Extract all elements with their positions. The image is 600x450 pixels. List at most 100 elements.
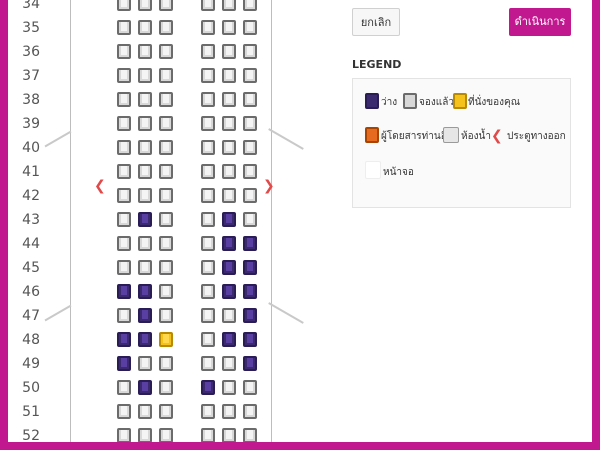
- seat[interactable]: [159, 44, 173, 59]
- seat[interactable]: [159, 116, 173, 131]
- seat[interactable]: [243, 332, 257, 347]
- seat[interactable]: [243, 356, 257, 371]
- seat[interactable]: [159, 20, 173, 35]
- seat[interactable]: [243, 44, 257, 59]
- seat[interactable]: [222, 44, 236, 59]
- seat[interactable]: [117, 332, 131, 347]
- seat[interactable]: [201, 44, 215, 59]
- seat[interactable]: [138, 0, 152, 11]
- seat[interactable]: [138, 188, 152, 203]
- seat[interactable]: [117, 44, 131, 59]
- seat[interactable]: [117, 92, 131, 107]
- seat[interactable]: [201, 260, 215, 275]
- seat[interactable]: [159, 92, 173, 107]
- seat[interactable]: [243, 308, 257, 323]
- seat[interactable]: [201, 140, 215, 155]
- seat[interactable]: [117, 428, 131, 442]
- seat[interactable]: [117, 404, 131, 419]
- seat[interactable]: [243, 212, 257, 227]
- seat[interactable]: [159, 332, 173, 347]
- seat[interactable]: [138, 92, 152, 107]
- seat[interactable]: [117, 212, 131, 227]
- seat[interactable]: [243, 188, 257, 203]
- seat[interactable]: [117, 188, 131, 203]
- seat[interactable]: [138, 164, 152, 179]
- seat[interactable]: [159, 308, 173, 323]
- seat[interactable]: [243, 404, 257, 419]
- seat[interactable]: [201, 188, 215, 203]
- seat[interactable]: [117, 164, 131, 179]
- seat[interactable]: [243, 140, 257, 155]
- seat[interactable]: [138, 20, 152, 35]
- seat[interactable]: [201, 404, 215, 419]
- seat[interactable]: [243, 260, 257, 275]
- seat[interactable]: [138, 140, 152, 155]
- seat[interactable]: [117, 0, 131, 11]
- seat[interactable]: [201, 92, 215, 107]
- seat[interactable]: [222, 404, 236, 419]
- seat[interactable]: [201, 380, 215, 395]
- seat[interactable]: [159, 380, 173, 395]
- seat[interactable]: [222, 380, 236, 395]
- seat[interactable]: [243, 20, 257, 35]
- seat[interactable]: [201, 428, 215, 442]
- seat[interactable]: [222, 260, 236, 275]
- seat[interactable]: [159, 188, 173, 203]
- seat[interactable]: [159, 236, 173, 251]
- seat[interactable]: [117, 356, 131, 371]
- seat[interactable]: [222, 164, 236, 179]
- proceed-button[interactable]: ดำเนินการ: [509, 8, 571, 36]
- seat[interactable]: [117, 260, 131, 275]
- seat[interactable]: [201, 356, 215, 371]
- seat[interactable]: [243, 92, 257, 107]
- seat[interactable]: [117, 140, 131, 155]
- seat[interactable]: [201, 68, 215, 83]
- seat[interactable]: [159, 68, 173, 83]
- seat[interactable]: [243, 284, 257, 299]
- seat[interactable]: [222, 284, 236, 299]
- seat[interactable]: [243, 236, 257, 251]
- seat[interactable]: [222, 20, 236, 35]
- seat[interactable]: [138, 236, 152, 251]
- seat[interactable]: [222, 188, 236, 203]
- cancel-button[interactable]: ยกเลิก: [352, 8, 400, 36]
- seat[interactable]: [117, 116, 131, 131]
- seat[interactable]: [159, 428, 173, 442]
- seat[interactable]: [222, 332, 236, 347]
- seat[interactable]: [117, 380, 131, 395]
- seat[interactable]: [222, 236, 236, 251]
- seat[interactable]: [222, 92, 236, 107]
- seat[interactable]: [117, 308, 131, 323]
- seat[interactable]: [243, 0, 257, 11]
- seat[interactable]: [201, 20, 215, 35]
- seat[interactable]: [201, 116, 215, 131]
- seat[interactable]: [138, 68, 152, 83]
- seat[interactable]: [222, 140, 236, 155]
- seat[interactable]: [201, 212, 215, 227]
- seat[interactable]: [159, 164, 173, 179]
- seat[interactable]: [138, 404, 152, 419]
- seat[interactable]: [159, 0, 173, 11]
- seat[interactable]: [201, 0, 215, 11]
- seat[interactable]: [159, 140, 173, 155]
- seat[interactable]: [222, 0, 236, 11]
- seat[interactable]: [201, 236, 215, 251]
- seat[interactable]: [201, 308, 215, 323]
- seat[interactable]: [138, 116, 152, 131]
- seat[interactable]: [222, 68, 236, 83]
- seat[interactable]: [138, 260, 152, 275]
- seat[interactable]: [159, 260, 173, 275]
- seat[interactable]: [159, 356, 173, 371]
- seat[interactable]: [159, 404, 173, 419]
- seat[interactable]: [222, 116, 236, 131]
- seat[interactable]: [243, 116, 257, 131]
- seat[interactable]: [138, 428, 152, 442]
- seat[interactable]: [222, 428, 236, 442]
- seat[interactable]: [138, 332, 152, 347]
- seat[interactable]: [243, 68, 257, 83]
- seat[interactable]: [117, 68, 131, 83]
- seat[interactable]: [117, 20, 131, 35]
- seat[interactable]: [138, 44, 152, 59]
- seat[interactable]: [117, 236, 131, 251]
- seat[interactable]: [159, 212, 173, 227]
